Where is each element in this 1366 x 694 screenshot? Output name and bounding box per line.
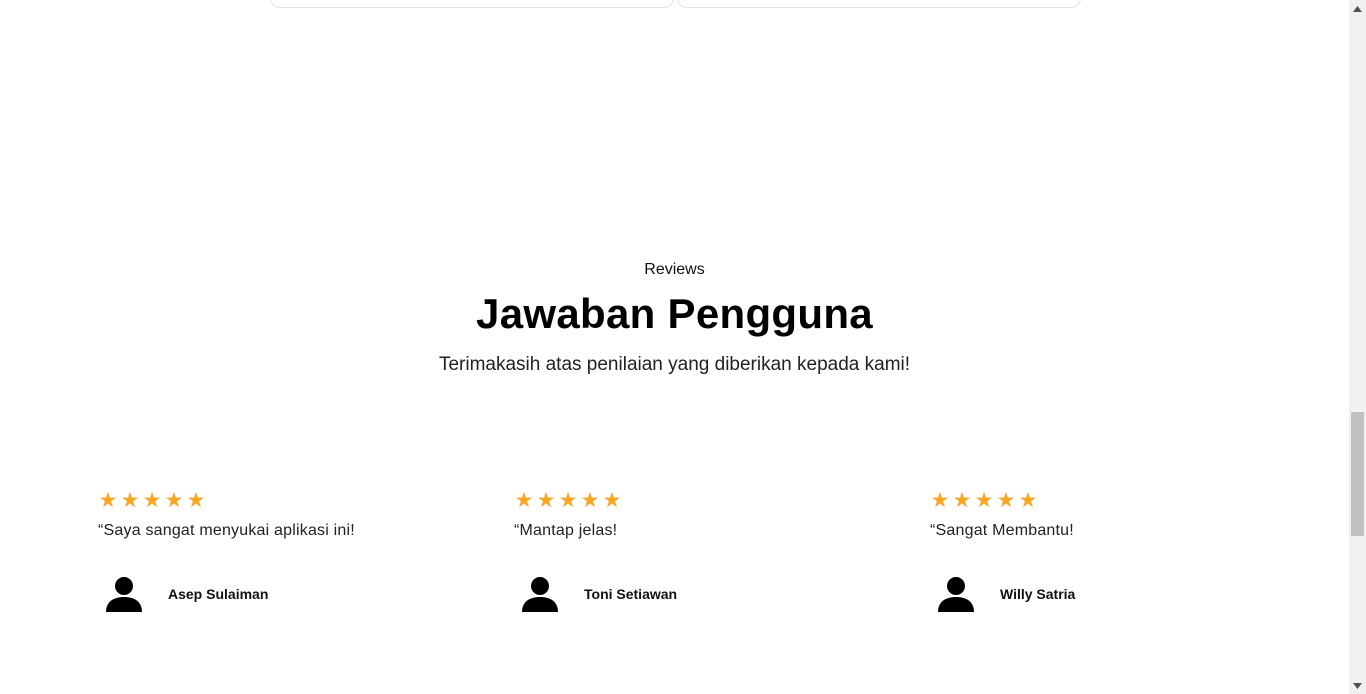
user-icon	[102, 572, 146, 616]
section-eyebrow: Reviews	[644, 261, 705, 278]
feature-card	[270, 0, 674, 8]
review-author: Asep Sulaiman	[102, 572, 268, 616]
star-icon: ★	[580, 489, 600, 512]
star-icon: ★	[558, 489, 578, 512]
star-icon: ★	[996, 489, 1016, 512]
star-icon: ★	[602, 489, 622, 512]
star-icon: ★	[952, 489, 972, 512]
vertical-scrollbar[interactable]	[1349, 0, 1366, 694]
author-name: Asep Sulaiman	[168, 586, 269, 602]
star-rating: ★ ★ ★ ★ ★	[98, 488, 428, 514]
review-card: ★ ★ ★ ★ ★ “Sangat Membantu! Willy Satria	[930, 488, 1260, 628]
star-icon: ★	[98, 489, 118, 512]
page: Reviews Jawaban Pengguna Terimakasih ata…	[0, 0, 1349, 694]
star-icon: ★	[164, 489, 184, 512]
star-icon: ★	[120, 489, 140, 512]
star-rating: ★ ★ ★ ★ ★	[514, 488, 844, 514]
scroll-down-arrow-icon[interactable]	[1349, 677, 1366, 694]
review-quote: “Saya sangat menyukai aplikasi ini!	[98, 522, 355, 539]
star-icon: ★	[1018, 489, 1038, 512]
star-icon: ★	[514, 489, 534, 512]
star-icon: ★	[186, 489, 206, 512]
user-icon	[518, 572, 562, 616]
reviews-list: ★ ★ ★ ★ ★ “Saya sangat menyukai aplikasi…	[98, 488, 1348, 628]
author-name: Toni Setiawan	[584, 586, 678, 602]
section-subtitle: Terimakasih atas penilaian yang diberika…	[438, 354, 911, 375]
star-icon: ★	[930, 489, 950, 512]
star-icon: ★	[142, 489, 162, 512]
user-icon	[934, 572, 978, 616]
review-quote: “Sangat Membantu!	[930, 522, 1074, 539]
star-icon: ★	[974, 489, 994, 512]
review-card: ★ ★ ★ ★ ★ “Saya sangat menyukai aplikasi…	[98, 488, 428, 628]
star-rating: ★ ★ ★ ★ ★	[930, 488, 1260, 514]
star-icon: ★	[536, 489, 556, 512]
review-quote: “Mantap jelas!	[514, 522, 618, 539]
author-name: Willy Satria	[1000, 586, 1076, 602]
scroll-up-arrow-icon[interactable]	[1349, 0, 1366, 17]
scrollbar-thumb[interactable]	[1351, 412, 1364, 536]
feature-card	[677, 0, 1081, 8]
review-card: ★ ★ ★ ★ ★ “Mantap jelas! Toni Setiawan	[514, 488, 844, 628]
review-author: Toni Setiawan	[518, 572, 677, 616]
review-author: Willy Satria	[934, 572, 1075, 616]
section-title: Jawaban Pengguna	[476, 290, 873, 337]
